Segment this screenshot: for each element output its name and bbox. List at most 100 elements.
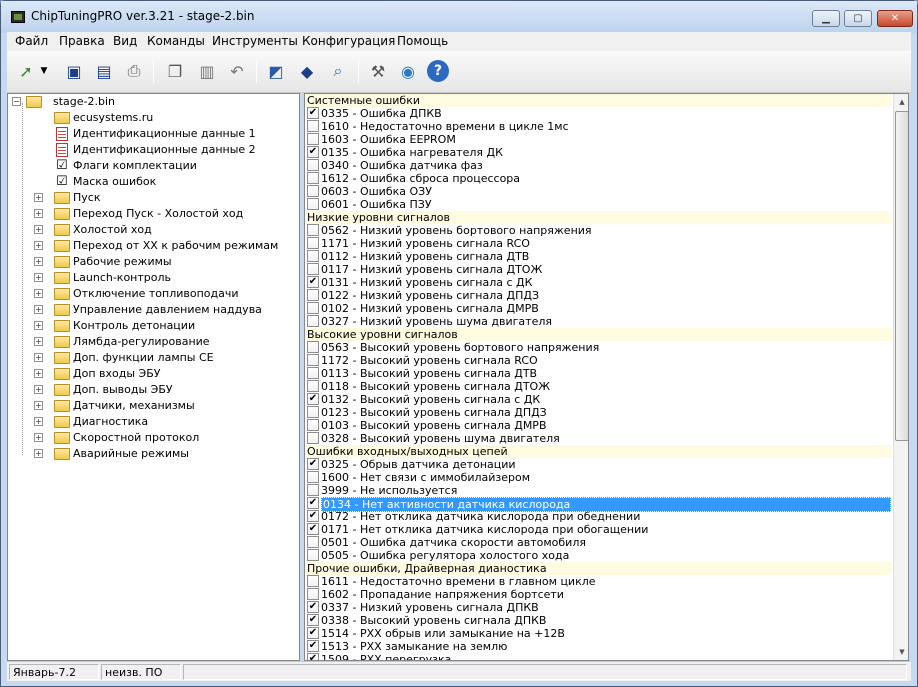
scroll-up-icon[interactable]: ▲ — [894, 94, 908, 110]
tree-folder[interactable]: + Доп входы ЭБУ — [34, 366, 294, 382]
tree-item[interactable]: Идентификационные данные 1 — [54, 126, 294, 142]
error-row[interactable]: 1602 - Пропадание напряжения бортсети — [305, 588, 892, 601]
scroll-down-icon[interactable]: ▼ — [894, 644, 908, 660]
menu-tools[interactable]: Инструменты — [212, 34, 298, 48]
error-row[interactable]: ✔ 1509 - РХХ перегрузка — [305, 653, 892, 660]
menu-file[interactable]: Файл — [15, 34, 48, 48]
expand-icon[interactable]: + — [34, 401, 43, 410]
checkbox-unchecked[interactable] — [307, 224, 319, 236]
checkbox-unchecked[interactable] — [307, 471, 319, 483]
error-row[interactable]: ✔ 0337 - Низкий уровень сигнала ДПКВ — [305, 601, 892, 614]
tree-item[interactable]: ecusystems.ru — [54, 110, 294, 126]
tree-root[interactable]: − stage-2.bin — [12, 94, 262, 110]
tree-item[interactable]: Идентификационные данные 2 — [54, 142, 294, 158]
menu-configuration[interactable]: Конфигурация — [302, 34, 395, 48]
checkbox-checked[interactable]: ✔ — [307, 497, 319, 509]
checkbox-unchecked[interactable] — [307, 484, 319, 496]
close-button[interactable]: ✕ — [877, 10, 913, 27]
checkbox-unchecked[interactable] — [307, 380, 319, 392]
error-mask-list[interactable]: Системные ошибки ✔ 0335 - Ошибка ДПКВ 1610 … — [304, 93, 909, 661]
error-row[interactable]: ✔ 0335 - Ошибка ДПКВ — [305, 107, 892, 120]
print-icon[interactable]: ⎙ — [121, 58, 147, 84]
checkbox-checked[interactable]: ✔ — [307, 276, 319, 288]
checkbox-checked[interactable]: ✔ — [307, 107, 319, 119]
undo-icon[interactable]: ↶ — [224, 58, 250, 84]
error-row[interactable]: ✔ 0135 - Ошибка нагревателя ДК — [305, 146, 892, 159]
checkbox-unchecked[interactable] — [307, 549, 319, 561]
expand-icon[interactable]: + — [34, 433, 43, 442]
checkbox-unchecked[interactable] — [307, 341, 319, 353]
error-row[interactable]: ✔ 1514 - РХХ обрыв или замыкание на +12В — [305, 627, 892, 640]
tree-folder[interactable]: + Переход Пуск - Холостой ход — [34, 206, 294, 222]
tree-folder[interactable]: + Лямбда-регулирование — [34, 334, 294, 350]
search-icon[interactable]: ⌕ — [325, 58, 351, 84]
menu-help[interactable]: Помощь — [397, 34, 448, 48]
expand-icon[interactable]: + — [34, 225, 43, 234]
expand-icon[interactable]: + — [34, 273, 43, 282]
tree-item[interactable]: ☑ Маска ошибок — [54, 174, 294, 190]
expand-icon[interactable]: + — [34, 289, 43, 298]
checkbox-unchecked[interactable] — [307, 588, 319, 600]
error-row[interactable]: ✔ 0171 - Нет отклика датчика кислорода пр… — [305, 523, 892, 536]
vertical-scrollbar[interactable]: ▲ ▼ — [893, 94, 908, 660]
expand-icon[interactable]: + — [34, 209, 43, 218]
expand-icon[interactable]: + — [34, 193, 43, 202]
save-icon[interactable]: ▣ — [61, 58, 87, 84]
error-row[interactable]: 0102 - Низкий уровень сигнала ДМРВ — [305, 302, 892, 315]
error-row[interactable]: 1612 - Ошибка сброса процессора — [305, 172, 892, 185]
checkbox-checked[interactable]: ✔ — [307, 510, 319, 522]
expand-icon[interactable]: + — [34, 449, 43, 458]
expand-icon[interactable]: + — [34, 337, 43, 346]
error-row[interactable]: ✔ 1513 - РХХ замыкание на землю — [305, 640, 892, 653]
checkbox-unchecked[interactable] — [307, 120, 319, 132]
network-icon[interactable]: ◉ — [395, 58, 421, 84]
checkbox-unchecked[interactable] — [307, 185, 319, 197]
error-row[interactable]: 3999 - Не используется — [305, 484, 892, 497]
error-row[interactable]: 0505 - Ошибка регулятора холостого хода — [305, 549, 892, 562]
checkbox-unchecked[interactable] — [307, 302, 319, 314]
checkbox-checked[interactable]: ✔ — [307, 601, 319, 613]
maximize-button[interactable]: ▢ — [844, 10, 872, 27]
menu-view[interactable]: Вид — [113, 34, 137, 48]
checkbox-checked[interactable]: ✔ — [307, 146, 319, 158]
open-dropdown-icon[interactable]: ▼ — [37, 58, 51, 84]
expand-icon[interactable]: + — [34, 257, 43, 266]
tree-item[interactable]: ☑ Флаги комплектации — [54, 158, 294, 174]
error-row[interactable]: 0601 - Ошибка ПЗУ — [305, 198, 892, 211]
checkbox-unchecked[interactable] — [307, 198, 319, 210]
checkbox-checked[interactable]: ✔ — [307, 640, 319, 652]
error-row[interactable]: 0562 - Низкий уровень бортового напряжен… — [305, 224, 892, 237]
expand-icon[interactable]: + — [34, 385, 43, 394]
error-row[interactable]: 0112 - Низкий уровень сигнала ДТВ — [305, 250, 892, 263]
tree-folder[interactable]: + Аварийные режимы — [34, 446, 294, 462]
minimize-button[interactable]: ▁ — [812, 10, 840, 27]
checkbox-unchecked[interactable] — [307, 172, 319, 184]
checkbox-unchecked[interactable] — [307, 575, 319, 587]
tree-folder[interactable]: + Диагностика — [34, 414, 294, 430]
save-as-icon[interactable]: ▤ — [91, 58, 117, 84]
tree-folder[interactable]: + Датчики, механизмы — [34, 398, 294, 414]
checkbox-unchecked[interactable] — [307, 536, 319, 548]
checkbox-unchecked[interactable] — [307, 289, 319, 301]
tree-view[interactable]: − stage-2.bin ecusystems.ru Идентификацио… — [7, 93, 300, 661]
tree-folder[interactable]: + Управление давлением наддува — [34, 302, 294, 318]
report-icon[interactable]: ◩ — [263, 58, 289, 84]
checkbox-unchecked[interactable] — [307, 133, 319, 145]
paste-icon[interactable]: ▥ — [194, 58, 220, 84]
expand-icon[interactable]: + — [34, 241, 43, 250]
menu-commands[interactable]: Команды — [147, 34, 205, 48]
tree-folder[interactable]: + Доп. функции лампы CE — [34, 350, 294, 366]
error-row[interactable]: 0328 - Высокий уровень шума двигателя — [305, 432, 892, 445]
error-row[interactable]: 1603 - Ошибка EEPROM — [305, 133, 892, 146]
error-row[interactable]: ✔ 0338 - Высокий уровень сигнала ДПКВ — [305, 614, 892, 627]
expand-icon[interactable]: + — [34, 417, 43, 426]
error-row[interactable]: 0340 - Ошибка датчика фаз — [305, 159, 892, 172]
error-row[interactable]: 0122 - Низкий уровень сигнала ДПДЗ — [305, 289, 892, 302]
error-row[interactable]: 1171 - Низкий уровень сигнала RCO — [305, 237, 892, 250]
tree-folder[interactable]: + Launch-контроль — [34, 270, 294, 286]
error-row[interactable]: 0501 - Ошибка датчика скорости автомобил… — [305, 536, 892, 549]
error-row[interactable]: 0563 - Высокий уровень бортового напряже… — [305, 341, 892, 354]
open-icon[interactable]: ➚ — [13, 58, 39, 84]
error-row[interactable]: ✔ 0131 - Низкий уровень сигнала с ДК — [305, 276, 892, 289]
tree-folder[interactable]: + Контроль детонации — [34, 318, 294, 334]
